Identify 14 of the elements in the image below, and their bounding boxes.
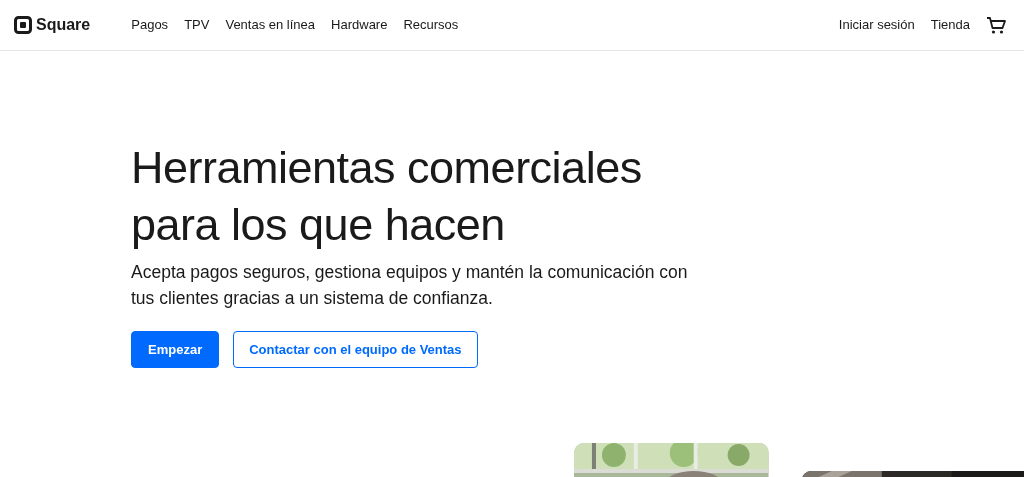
brand-name[interactable]: Square bbox=[36, 13, 91, 37]
nav-link[interactable]: Pagos bbox=[131, 15, 169, 35]
logo-icon[interactable] bbox=[14, 16, 32, 34]
nav-link[interactable]: Tienda bbox=[930, 15, 970, 35]
nav-link[interactable]: Recursos bbox=[403, 15, 459, 35]
start-button[interactable]: Empezar bbox=[131, 331, 220, 368]
hero-heading: Herramientas comerciales para los que hacen bbox=[131, 141, 643, 252]
cart-icon[interactable] bbox=[986, 15, 1006, 35]
nav-link[interactable]: Hardware bbox=[331, 15, 388, 35]
nav-link[interactable]: Iniciar sesión bbox=[838, 15, 915, 35]
nav-link[interactable]: Ventas en línea bbox=[225, 15, 316, 35]
nav-link[interactable]: TPV bbox=[184, 15, 210, 35]
hero-text: Acepta pagos seguros, gestiona equipos y mantén la comunicación con tus clientes gracias a un sistema de confianza. bbox=[131, 261, 689, 310]
contact-sales-button[interactable]: Contactar con el equipo de Ventas bbox=[233, 331, 478, 368]
